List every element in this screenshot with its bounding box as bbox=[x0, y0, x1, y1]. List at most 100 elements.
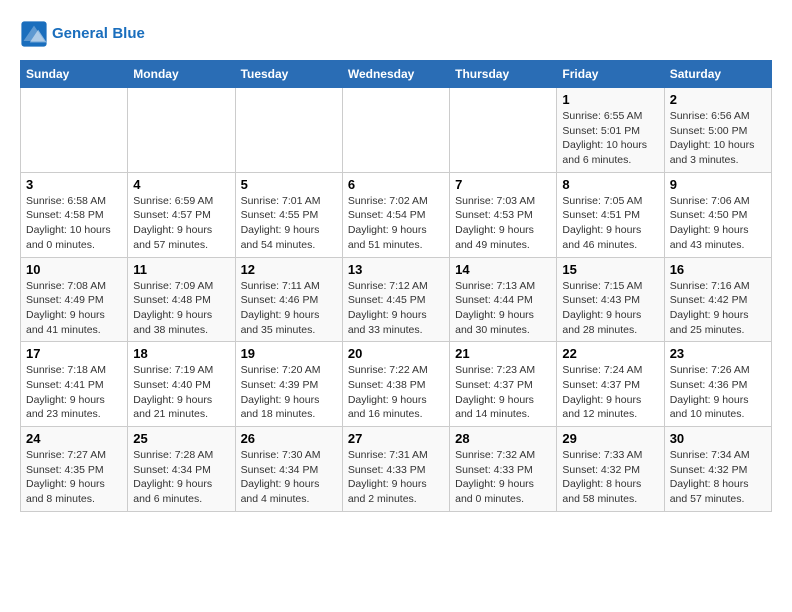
calendar-cell: 15 Sunrise: 7:15 AMSunset: 4:43 PMDayligh… bbox=[557, 257, 664, 342]
day-info: Sunrise: 7:16 AMSunset: 4:42 PMDaylight:… bbox=[670, 279, 766, 338]
day-number: 2 bbox=[670, 92, 766, 107]
day-number: 22 bbox=[562, 346, 658, 361]
calendar-cell: 13 Sunrise: 7:12 AMSunset: 4:45 PMDayligh… bbox=[342, 257, 449, 342]
calendar-header-tuesday: Tuesday bbox=[235, 61, 342, 88]
day-info: Sunrise: 7:20 AMSunset: 4:39 PMDaylight:… bbox=[241, 363, 337, 422]
top-section: General Blue bbox=[20, 20, 772, 52]
day-info: Sunrise: 7:33 AMSunset: 4:32 PMDaylight:… bbox=[562, 448, 658, 507]
day-number: 19 bbox=[241, 346, 337, 361]
day-number: 3 bbox=[26, 177, 122, 192]
calendar-cell: 24 Sunrise: 7:27 AMSunset: 4:35 PMDayligh… bbox=[21, 427, 128, 512]
calendar-week-5: 24 Sunrise: 7:27 AMSunset: 4:35 PMDayligh… bbox=[21, 427, 772, 512]
day-number: 21 bbox=[455, 346, 551, 361]
day-info: Sunrise: 7:02 AMSunset: 4:54 PMDaylight:… bbox=[348, 194, 444, 253]
day-number: 10 bbox=[26, 262, 122, 277]
calendar-cell: 17Sunrise: 7:18 AMSunset: 4:41 PMDayligh… bbox=[21, 342, 128, 427]
calendar-header-thursday: Thursday bbox=[450, 61, 557, 88]
calendar-cell bbox=[450, 88, 557, 173]
calendar-cell: 21 Sunrise: 7:23 AMSunset: 4:37 PMDayligh… bbox=[450, 342, 557, 427]
calendar-cell: 25 Sunrise: 7:28 AMSunset: 4:34 PMDayligh… bbox=[128, 427, 235, 512]
day-info: Sunrise: 7:12 AMSunset: 4:45 PMDaylight:… bbox=[348, 279, 444, 338]
day-info: Sunrise: 7:32 AMSunset: 4:33 PMDaylight:… bbox=[455, 448, 551, 507]
day-info: Sunrise: 7:03 AMSunset: 4:53 PMDaylight:… bbox=[455, 194, 551, 253]
calendar-cell: 5 Sunrise: 7:01 AMSunset: 4:55 PMDaylight… bbox=[235, 172, 342, 257]
calendar-cell: 4Sunrise: 6:59 AMSunset: 4:57 PMDaylight… bbox=[128, 172, 235, 257]
calendar-cell: 22 Sunrise: 7:24 AMSunset: 4:37 PMDayligh… bbox=[557, 342, 664, 427]
day-info: Sunrise: 7:22 AMSunset: 4:38 PMDaylight:… bbox=[348, 363, 444, 422]
day-number: 9 bbox=[670, 177, 766, 192]
calendar-week-3: 10 Sunrise: 7:08 AMSunset: 4:49 PMDayligh… bbox=[21, 257, 772, 342]
calendar-cell: 8Sunrise: 7:05 AMSunset: 4:51 PMDaylight… bbox=[557, 172, 664, 257]
day-number: 24 bbox=[26, 431, 122, 446]
calendar-cell: 7 Sunrise: 7:03 AMSunset: 4:53 PMDaylight… bbox=[450, 172, 557, 257]
day-number: 12 bbox=[241, 262, 337, 277]
calendar-cell: 14 Sunrise: 7:13 AMSunset: 4:44 PMDayligh… bbox=[450, 257, 557, 342]
day-number: 14 bbox=[455, 262, 551, 277]
day-number: 18 bbox=[133, 346, 229, 361]
calendar-cell bbox=[235, 88, 342, 173]
calendar-cell: 10 Sunrise: 7:08 AMSunset: 4:49 PMDayligh… bbox=[21, 257, 128, 342]
day-info: Sunrise: 6:56 AMSunset: 5:00 PMDaylight:… bbox=[670, 109, 766, 168]
calendar-cell bbox=[128, 88, 235, 173]
day-number: 29 bbox=[562, 431, 658, 446]
calendar-cell: 11Sunrise: 7:09 AMSunset: 4:48 PMDayligh… bbox=[128, 257, 235, 342]
logo-icon bbox=[20, 20, 48, 48]
calendar-cell: 27Sunrise: 7:31 AMSunset: 4:33 PMDayligh… bbox=[342, 427, 449, 512]
day-number: 5 bbox=[241, 177, 337, 192]
day-info: Sunrise: 7:23 AMSunset: 4:37 PMDaylight:… bbox=[455, 363, 551, 422]
day-number: 26 bbox=[241, 431, 337, 446]
calendar-header-saturday: Saturday bbox=[664, 61, 771, 88]
day-number: 7 bbox=[455, 177, 551, 192]
calendar-cell bbox=[21, 88, 128, 173]
calendar-cell: 1Sunrise: 6:55 AMSunset: 5:01 PMDaylight… bbox=[557, 88, 664, 173]
day-info: Sunrise: 7:05 AMSunset: 4:51 PMDaylight:… bbox=[562, 194, 658, 253]
logo-text: General Blue bbox=[52, 25, 145, 43]
day-info: Sunrise: 7:26 AMSunset: 4:36 PMDaylight:… bbox=[670, 363, 766, 422]
day-info: Sunrise: 6:58 AMSunset: 4:58 PMDaylight:… bbox=[26, 194, 122, 253]
day-info: Sunrise: 7:27 AMSunset: 4:35 PMDaylight:… bbox=[26, 448, 122, 507]
calendar-cell: 2 Sunrise: 6:56 AMSunset: 5:00 PMDaylight… bbox=[664, 88, 771, 173]
day-info: Sunrise: 7:34 AMSunset: 4:32 PMDaylight:… bbox=[670, 448, 766, 507]
calendar-week-4: 17Sunrise: 7:18 AMSunset: 4:41 PMDayligh… bbox=[21, 342, 772, 427]
day-info: Sunrise: 7:11 AMSunset: 4:46 PMDaylight:… bbox=[241, 279, 337, 338]
day-number: 15 bbox=[562, 262, 658, 277]
day-number: 17 bbox=[26, 346, 122, 361]
calendar-header-sunday: Sunday bbox=[21, 61, 128, 88]
calendar-cell: 19 Sunrise: 7:20 AMSunset: 4:39 PMDayligh… bbox=[235, 342, 342, 427]
day-number: 16 bbox=[670, 262, 766, 277]
day-info: Sunrise: 7:19 AMSunset: 4:40 PMDaylight:… bbox=[133, 363, 229, 422]
calendar-cell: 6Sunrise: 7:02 AMSunset: 4:54 PMDaylight… bbox=[342, 172, 449, 257]
calendar-header-friday: Friday bbox=[557, 61, 664, 88]
calendar-cell: 12 Sunrise: 7:11 AMSunset: 4:46 PMDayligh… bbox=[235, 257, 342, 342]
logo: General Blue bbox=[20, 20, 145, 48]
day-number: 30 bbox=[670, 431, 766, 446]
day-number: 1 bbox=[562, 92, 658, 107]
day-info: Sunrise: 7:06 AMSunset: 4:50 PMDaylight:… bbox=[670, 194, 766, 253]
calendar-cell: 23 Sunrise: 7:26 AMSunset: 4:36 PMDayligh… bbox=[664, 342, 771, 427]
calendar-cell: 29 Sunrise: 7:33 AMSunset: 4:32 PMDayligh… bbox=[557, 427, 664, 512]
calendar-week-2: 3 Sunrise: 6:58 AMSunset: 4:58 PMDaylight… bbox=[21, 172, 772, 257]
day-number: 23 bbox=[670, 346, 766, 361]
calendar-week-1: 1Sunrise: 6:55 AMSunset: 5:01 PMDaylight… bbox=[21, 88, 772, 173]
calendar-cell: 30 Sunrise: 7:34 AMSunset: 4:32 PMDayligh… bbox=[664, 427, 771, 512]
calendar-cell: 26Sunrise: 7:30 AMSunset: 4:34 PMDayligh… bbox=[235, 427, 342, 512]
day-number: 28 bbox=[455, 431, 551, 446]
day-number: 13 bbox=[348, 262, 444, 277]
day-number: 25 bbox=[133, 431, 229, 446]
calendar-cell: 3 Sunrise: 6:58 AMSunset: 4:58 PMDaylight… bbox=[21, 172, 128, 257]
day-info: Sunrise: 7:28 AMSunset: 4:34 PMDaylight:… bbox=[133, 448, 229, 507]
calendar-header-wednesday: Wednesday bbox=[342, 61, 449, 88]
calendar-cell: 9 Sunrise: 7:06 AMSunset: 4:50 PMDaylight… bbox=[664, 172, 771, 257]
calendar-cell: 28 Sunrise: 7:32 AMSunset: 4:33 PMDayligh… bbox=[450, 427, 557, 512]
day-info: Sunrise: 6:59 AMSunset: 4:57 PMDaylight:… bbox=[133, 194, 229, 253]
day-number: 20 bbox=[348, 346, 444, 361]
day-info: Sunrise: 7:01 AMSunset: 4:55 PMDaylight:… bbox=[241, 194, 337, 253]
day-info: Sunrise: 7:24 AMSunset: 4:37 PMDaylight:… bbox=[562, 363, 658, 422]
calendar-cell: 16 Sunrise: 7:16 AMSunset: 4:42 PMDayligh… bbox=[664, 257, 771, 342]
calendar-header-monday: Monday bbox=[128, 61, 235, 88]
day-info: Sunrise: 7:15 AMSunset: 4:43 PMDaylight:… bbox=[562, 279, 658, 338]
day-info: Sunrise: 7:13 AMSunset: 4:44 PMDaylight:… bbox=[455, 279, 551, 338]
day-info: Sunrise: 7:08 AMSunset: 4:49 PMDaylight:… bbox=[26, 279, 122, 338]
day-info: Sunrise: 7:31 AMSunset: 4:33 PMDaylight:… bbox=[348, 448, 444, 507]
calendar-cell: 20 Sunrise: 7:22 AMSunset: 4:38 PMDayligh… bbox=[342, 342, 449, 427]
